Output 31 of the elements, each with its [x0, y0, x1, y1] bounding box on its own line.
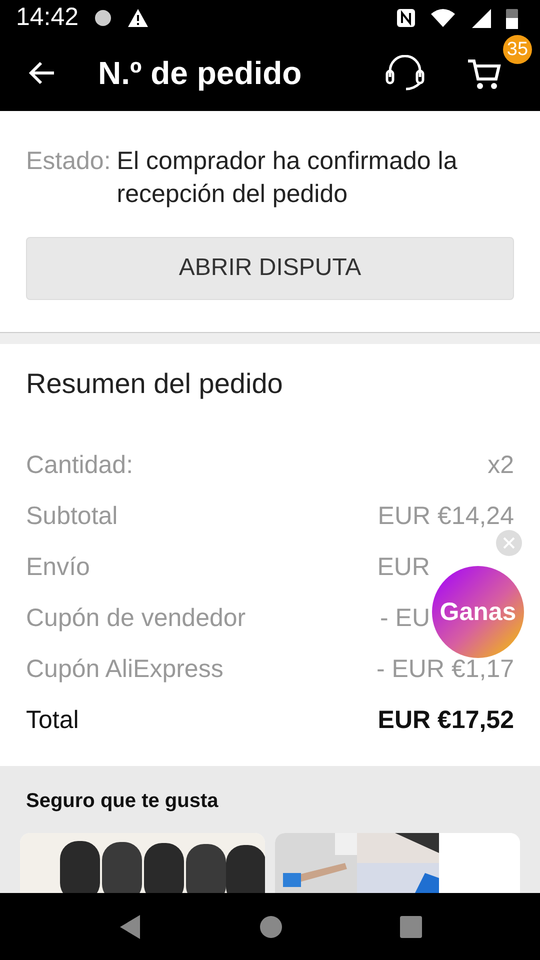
- battery-icon: [506, 6, 518, 29]
- recents-nav-icon[interactable]: [400, 916, 422, 938]
- summary-label: Cantidad:: [26, 451, 134, 480]
- back-icon[interactable]: [28, 61, 56, 86]
- nfc-icon: [396, 8, 416, 28]
- summary-value: EUR €14,24: [378, 502, 514, 532]
- summary-value: x2: [488, 451, 514, 480]
- status-text: El comprador ha confirmado la recepción del pedido: [116, 146, 458, 210]
- wifi-icon: [430, 8, 456, 28]
- headset-icon[interactable]: [384, 55, 426, 92]
- signal-icon: [470, 6, 492, 29]
- notification-icon: [92, 8, 113, 28]
- summary-value: EUR: [377, 553, 430, 582]
- page-title: N.º de pedido: [98, 54, 303, 92]
- summary-label: Subtotal: [26, 502, 118, 532]
- summary-title: Resumen del pedido: [26, 368, 284, 400]
- summary-label: Cupón AliExpress: [26, 655, 224, 684]
- home-nav-icon[interactable]: [258, 914, 283, 939]
- summary-value: - EU: [380, 604, 430, 634]
- status-time: 14:42: [16, 3, 79, 32]
- back-nav-icon[interactable]: [118, 914, 142, 940]
- status-label: Estado:: [26, 146, 111, 177]
- summary-label: Cupón de vendedor: [26, 604, 246, 634]
- cart-count-badge: 35: [503, 35, 532, 64]
- total-label: Total: [26, 706, 79, 736]
- warning-icon: [126, 8, 149, 28]
- open-dispute-button[interactable]: ABRIR DISPUTA: [26, 236, 514, 300]
- summary-label: Envío: [26, 553, 90, 582]
- summary-value: - EUR €1,17: [376, 655, 514, 684]
- recommendations-title: Seguro que te gusta: [25, 790, 220, 814]
- total-value: EUR €17,52: [378, 706, 514, 736]
